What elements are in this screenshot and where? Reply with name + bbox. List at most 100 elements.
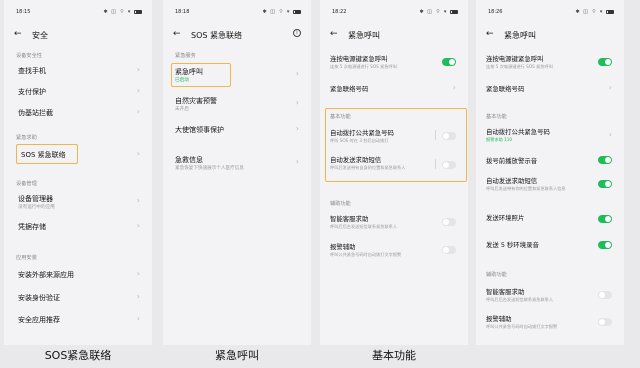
item-sublabel: 呼叫公共紧急号码时自动拨打文字报警 [486, 324, 558, 329]
item-sublabel: 紧急恢复下快速展示个人医疗信息 [175, 166, 244, 171]
list-item-first-aid[interactable]: 急救信息 紧急恢复下快速展示个人医疗信息 › [163, 152, 311, 174]
chevron-right-icon: › [295, 157, 299, 166]
list-item-emergency-contacts[interactable]: 紧急联络号码 › [320, 80, 468, 96]
status-glyphs: ✱ ◫ ⌔ ▾ [575, 9, 604, 15]
status-glyphs: ✱ ◫ ⌔ ▾ [419, 9, 448, 15]
section-basic: 基本功能 [330, 114, 351, 120]
list-item-device-admin[interactable]: 设备管理器 没有运行中的应用 › [4, 191, 152, 213]
list-item-send-photo[interactable]: 发送环境照片 [476, 211, 624, 227]
item-label: 智能客服求助 [330, 215, 369, 223]
send-audio-toggle[interactable] [598, 241, 612, 249]
item-label: 发送 5 秒环境录音 [486, 241, 539, 249]
list-item-auto-dial[interactable]: 自动拨打公共紧急号码 报警求助 110 › [476, 125, 624, 147]
list-item-embassy[interactable]: 大使馆领事保护 › [163, 121, 311, 137]
list-item-external-source[interactable]: 安装外部来源应用 › [4, 266, 152, 282]
list-item-app-recommend[interactable]: 安全应用推荐 › [4, 311, 152, 327]
item-sublabel: 没有运行中的应用 [18, 205, 55, 210]
status-icons: ✱ ◫ ⌔ ▾ [103, 9, 142, 15]
page-title: 紧急呼叫 [348, 31, 380, 40]
list-item-emergency-call[interactable]: 紧急呼叫 已启动 › [163, 64, 311, 86]
auto-sms-toggle[interactable] [598, 180, 612, 188]
item-sublabel: 未开启 [175, 107, 189, 112]
chevron-right-icon: › [136, 292, 140, 301]
list-item-sos-contact[interactable]: SOS 紧急联络 › [4, 146, 152, 162]
list-item-warning-tone[interactable]: 拨号前播放警示音 [476, 152, 624, 168]
list-item-police-assist[interactable]: 报警辅助 呼叫公共紧急号码时自动拨打文字报警 [320, 240, 468, 262]
item-label: 设备管理器 [18, 195, 53, 203]
list-item-auto-dial[interactable]: 自动拨打公共紧急号码 呼叫 SOS 时在 3 秒后自动拨打 [320, 126, 468, 148]
back-arrow-icon[interactable]: ← [486, 29, 494, 39]
section-assist: 辅助功能 [330, 201, 351, 207]
power-key-sos-toggle[interactable] [598, 58, 612, 66]
warning-tone-toggle[interactable] [598, 156, 612, 164]
item-label: 大使馆领事保护 [175, 126, 224, 134]
item-label: 凭据存储 [18, 223, 46, 231]
list-item-power-key-sos[interactable]: 连按电源键紧急呼叫 连按 5 次电源键进行 SOS 紧急呼叫 [320, 52, 468, 74]
chevron-right-icon: › [295, 69, 299, 78]
status-icons: ✱ ◫ ⌔ ▾ [263, 9, 301, 15]
item-label: 急救信息 [175, 156, 203, 164]
item-label: 报警辅助 [486, 315, 512, 323]
list-item-power-key-sos[interactable]: 连按电源键紧急呼叫 连按 5 次电源键进行 SOS 紧急呼叫 [476, 52, 624, 74]
battery-icon [293, 9, 301, 14]
chevron-right-icon: › [136, 65, 140, 74]
item-label: 连按电源键紧急呼叫 [330, 55, 388, 63]
chevron-right-icon: › [136, 196, 140, 205]
list-item-police-assist[interactable]: 报警辅助 呼叫公共紧急号码时自动拨打文字报警 [476, 312, 624, 334]
back-arrow-icon[interactable]: ← [14, 29, 22, 39]
list-item-smart-service[interactable]: 智能客服求助 呼叫后后台发送短信联系紧急联系人 [476, 285, 624, 307]
item-sublabel: 连按 5 次电源键进行 SOS 紧急呼叫 [330, 64, 397, 69]
auto-dial-toggle[interactable] [442, 132, 456, 140]
item-sublabel: 呼叫后发送带有自身的位置和紧急联系人 [330, 165, 406, 170]
chevron-right-icon: › [295, 98, 299, 107]
item-sublabel: 呼叫公共紧急号码时自动拨打文字报警 [330, 252, 402, 257]
list-item-auto-sms[interactable]: 自动发送求助短信 呼叫后发送带有自身的位置和紧急联系人 [320, 153, 468, 179]
caption-sos: SOS紧急联络 [44, 349, 112, 362]
item-label: 支付保护 [18, 88, 46, 96]
list-item-credential-store[interactable]: 凭据存储 › [4, 218, 152, 234]
smart-service-toggle[interactable] [598, 291, 612, 299]
caption-emergency-call: 紧急呼叫 [215, 349, 259, 362]
phone-security-screen: 18:15 ✱ ◫ ⌔ ▾ ← 安全 设备安全性 查找手机 › 支付保护 › 伪… [4, 0, 152, 345]
back-arrow-icon[interactable]: ← [330, 29, 338, 39]
item-label: 智能客服求助 [486, 288, 525, 296]
phone-emergency-call-screen: 18:22 ✱ ◫ ⌔ ▾ ← 紧急呼叫 连按电源键紧急呼叫 连按 5 次电源键… [320, 0, 468, 345]
item-label: 紧急联络号码 [330, 85, 369, 93]
status-time: 18:15 [16, 9, 31, 15]
police-assist-toggle[interactable] [442, 246, 456, 254]
item-sublabel: 连按 5 次电源键进行 SOS 紧急呼叫 [486, 64, 553, 69]
list-item-emergency-contacts[interactable]: 紧急联络号码 › [476, 80, 624, 96]
status-glyphs: ✱ ◫ ⌔ ▾ [103, 9, 132, 15]
police-assist-toggle[interactable] [598, 318, 612, 326]
item-label: 自然灾害预警 [175, 97, 217, 105]
item-label: 伪基站拦截 [18, 109, 53, 117]
section-device-manage: 设备管理 [16, 181, 37, 187]
list-item-smart-service[interactable]: 智能客服求助 呼叫后后台发送短信联系紧急联系人 [320, 212, 468, 234]
list-item-disaster-alert[interactable]: 自然灾害预警 未开启 › [163, 93, 311, 115]
item-sublabel: 报警求助 110 [486, 137, 513, 142]
item-label: 连按电源键紧急呼叫 [486, 55, 544, 63]
power-key-sos-toggle[interactable] [442, 58, 456, 66]
status-bar: 18:15 ✱ ◫ ⌔ ▾ [4, 0, 152, 24]
back-arrow-icon[interactable]: ← [173, 29, 181, 39]
list-item-install-verify[interactable]: 安装身份验证 › [4, 289, 152, 305]
battery-icon [450, 9, 458, 14]
list-item-fake-station[interactable]: 伪基站拦截 › [4, 104, 152, 120]
list-item-payment-protect[interactable]: 支付保护 › [4, 83, 152, 99]
item-label: 自动拨打公共紧急号码 [330, 129, 394, 137]
battery-icon [134, 9, 142, 14]
list-item-send-audio[interactable]: 发送 5 秒环境录音 [476, 237, 624, 253]
send-photo-toggle[interactable] [598, 215, 612, 223]
list-item-find-phone[interactable]: 查找手机 › [4, 62, 152, 78]
item-label: 拨号前播放警示音 [486, 157, 538, 165]
auto-sms-toggle[interactable] [442, 161, 456, 169]
chevron-right-icon: › [136, 86, 140, 95]
info-icon[interactable]: i [293, 29, 301, 37]
status-time: 18:18 [175, 9, 190, 15]
divider [435, 159, 436, 169]
chevron-right-icon: › [136, 107, 140, 116]
chevron-right-icon: › [608, 130, 612, 139]
list-item-auto-sms[interactable]: 自动发送求助短信 呼叫后发送带有你的位置和紧急联系人信息 [476, 174, 624, 196]
caption-basic: 基本功能 [372, 349, 416, 362]
smart-service-toggle[interactable] [442, 218, 456, 226]
